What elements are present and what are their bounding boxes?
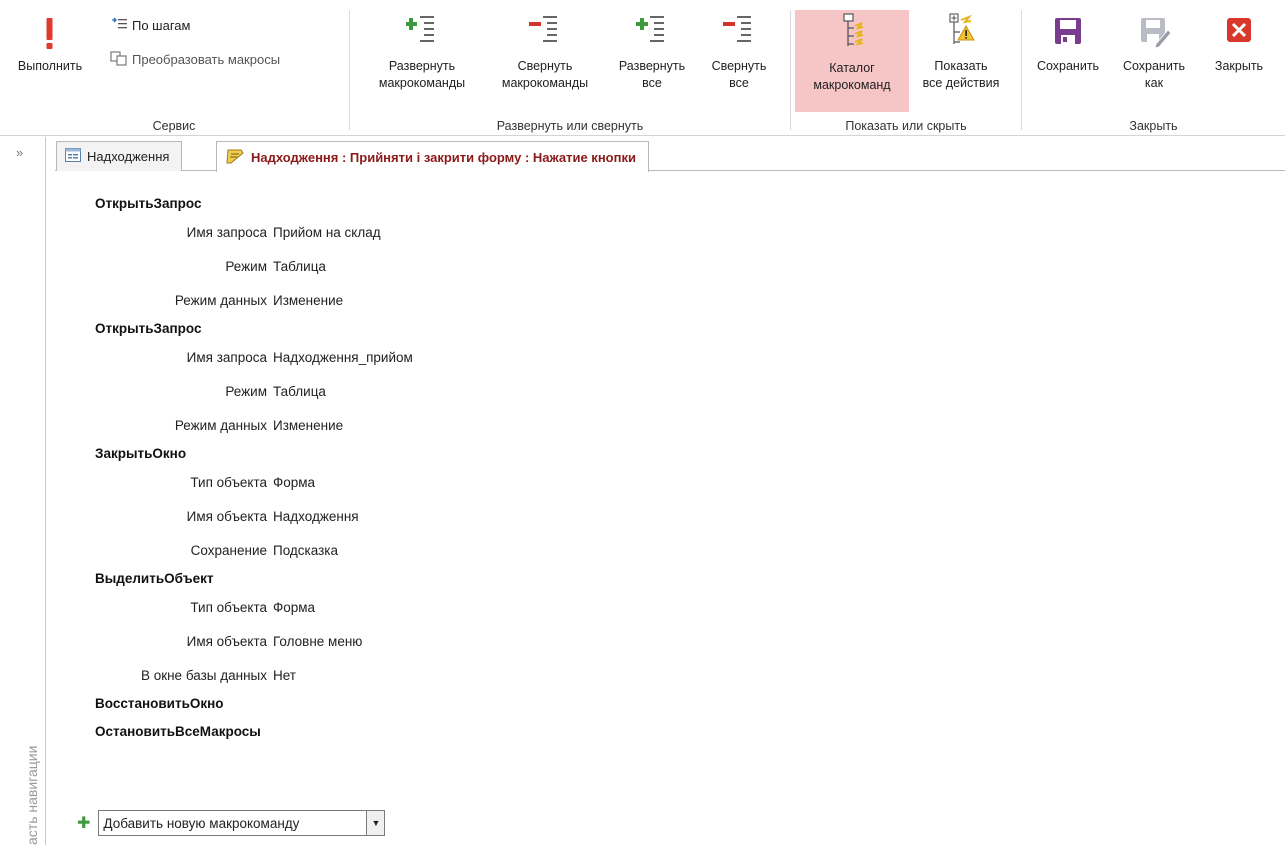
argument-value[interactable]: Прийом на склад — [273, 225, 381, 240]
macro-action[interactable]: ОткрытьЗапрос — [95, 321, 202, 336]
macro-action[interactable]: ОстановитьВсеМакросы — [95, 724, 261, 739]
expand-all-label-1: Развернуть — [618, 59, 686, 73]
argument-value[interactable]: Таблица — [273, 384, 326, 399]
save-as-button[interactable]: Сохранить как — [1114, 8, 1194, 92]
tab-form-nadhodzhennya[interactable]: Надходження — [56, 141, 183, 171]
convert-macros-button[interactable]: Преобразовать макросы — [110, 50, 280, 69]
expand-all-icon — [636, 8, 668, 52]
add-new-action-value: Добавить новую макрокоманду — [103, 815, 300, 831]
argument-value[interactable]: Надходження_прийом — [273, 350, 413, 365]
argument-value[interactable]: Изменение — [273, 293, 343, 308]
show-all-actions-button[interactable]: Показать все действия — [909, 8, 1013, 92]
expand-actions-button[interactable]: Развернуть макрокоманды — [358, 8, 486, 92]
show-all-label-1: Показать — [934, 59, 988, 73]
navigation-pane[interactable]: » — [0, 137, 46, 845]
argument-label: Режим данных — [174, 293, 267, 308]
macro-scroll-icon — [225, 147, 245, 168]
macro-action[interactable]: ВыделитьОбъект — [95, 571, 214, 586]
show-all-actions-icon — [945, 8, 977, 52]
group-expand-collapse: Развернуть макрокоманды Свернуть макроко… — [350, 0, 790, 136]
convert-icon — [110, 50, 128, 69]
collapse-actions-label-1: Свернуть — [517, 59, 573, 73]
argument-value[interactable]: Нет — [273, 668, 296, 683]
plus-icon: ✚ — [77, 815, 91, 832]
tab-macro-editor[interactable]: Надходження : Прийняти і закрити форму :… — [216, 141, 649, 172]
close-button[interactable]: Закрыть — [1202, 8, 1276, 75]
expand-actions-label-2: макрокоманды — [378, 76, 466, 90]
run-label: Выполнить — [17, 59, 83, 73]
argument-label: Имя объекта — [186, 509, 267, 524]
argument-label: Тип объекта — [190, 475, 267, 490]
collapse-actions-button[interactable]: Свернуть макрокоманды — [486, 8, 604, 92]
collapse-all-icon — [723, 8, 755, 52]
step-icon — [110, 16, 128, 35]
form-icon — [65, 148, 81, 165]
tab-label: Надходження : Прийняти і закрити форму :… — [251, 149, 636, 165]
argument-value[interactable]: Надходження — [273, 509, 359, 524]
argument-value[interactable]: Таблица — [273, 259, 326, 274]
catalog-label-1: Каталог — [829, 61, 875, 75]
collapse-minus-icon — [529, 8, 561, 52]
argument-label: Режим данных — [174, 418, 267, 433]
chevron-down-icon[interactable]: ▼ — [366, 811, 385, 835]
argument-value[interactable]: Изменение — [273, 418, 343, 433]
group-show-hide: Каталог макрокоманд Показать все действи… — [791, 0, 1021, 136]
close-icon — [1223, 8, 1255, 52]
group-service: Выполнить По шагам Преобразовать макросы… — [0, 0, 348, 136]
save-as-label-1: Сохранить — [1122, 59, 1186, 73]
macro-editor: ✚ Добавить новую макрокоманду ▼ ОткрытьЗ… — [47, 172, 1285, 845]
save-label: Сохранить — [1036, 59, 1100, 73]
expand-actions-label-1: Развернуть — [388, 59, 456, 73]
argument-value[interactable]: Форма — [273, 475, 315, 490]
close-label: Закрыть — [1214, 59, 1264, 73]
action-catalog-button[interactable]: Каталог макрокоманд — [795, 10, 909, 112]
ribbon: Выполнить По шагам Преобразовать макросы… — [0, 0, 1285, 136]
collapse-all-label-1: Свернуть — [711, 59, 767, 73]
group-service-label: Сервис — [152, 119, 196, 133]
step-button[interactable]: По шагам — [110, 16, 190, 35]
expand-plus-icon — [405, 8, 438, 52]
argument-label: Сохранение — [190, 543, 267, 558]
argument-value[interactable]: Головне меню — [273, 634, 362, 649]
argument-value[interactable]: Подсказка — [273, 543, 338, 558]
save-as-icon — [1138, 8, 1172, 52]
argument-label: В окне базы данных — [140, 668, 267, 683]
add-new-action-select[interactable]: Добавить новую макрокоманду ▼ — [98, 810, 386, 836]
macro-action[interactable]: ВосстановитьОкно — [95, 696, 224, 711]
show-all-label-2: все действия — [922, 76, 1000, 90]
expand-all-button[interactable]: Развернуть все — [606, 8, 698, 92]
group-close-label: Закрыть — [1129, 119, 1178, 133]
collapse-all-label-2: все — [729, 76, 749, 90]
argument-label: Имя запроса — [186, 225, 267, 240]
macro-action[interactable]: ЗакрытьОкно — [95, 446, 186, 461]
argument-label: Имя объекта — [186, 634, 267, 649]
argument-label: Имя запроса — [186, 350, 267, 365]
add-new-action-row: ✚ Добавить новую макрокоманду ▼ — [77, 810, 386, 836]
argument-label: Режим — [225, 384, 267, 399]
save-button[interactable]: Сохранить — [1028, 8, 1108, 75]
run-button[interactable]: Выполнить — [10, 8, 90, 75]
group-show-label: Показать или скрыть — [845, 119, 967, 133]
save-as-label-2: как — [1144, 76, 1164, 90]
catalog-label-2: макрокоманд — [813, 78, 891, 92]
expand-nav-icon[interactable]: » — [16, 145, 23, 160]
argument-label: Тип объекта — [190, 600, 267, 615]
collapse-actions-label-2: макрокоманды — [501, 76, 589, 90]
action-catalog-icon — [836, 10, 868, 54]
collapse-all-button[interactable]: Свернуть все — [700, 8, 778, 92]
group-close: Сохранить Сохранить как Закрыть Закрыть — [1022, 0, 1285, 136]
step-label: По шагам — [132, 18, 191, 33]
exclamation-icon — [34, 8, 66, 52]
navigation-pane-label: асть навигации — [24, 745, 40, 845]
floppy-disk-icon — [1052, 8, 1084, 52]
argument-label: Режим — [225, 259, 267, 274]
argument-value[interactable]: Форма — [273, 600, 315, 615]
macro-action[interactable]: ОткрытьЗапрос — [95, 196, 202, 211]
group-expand-label: Развернуть или свернуть — [496, 119, 644, 133]
expand-all-label-2: все — [642, 76, 662, 90]
convert-label: Преобразовать макросы — [132, 52, 281, 67]
tab-label: Надходження — [87, 149, 170, 164]
